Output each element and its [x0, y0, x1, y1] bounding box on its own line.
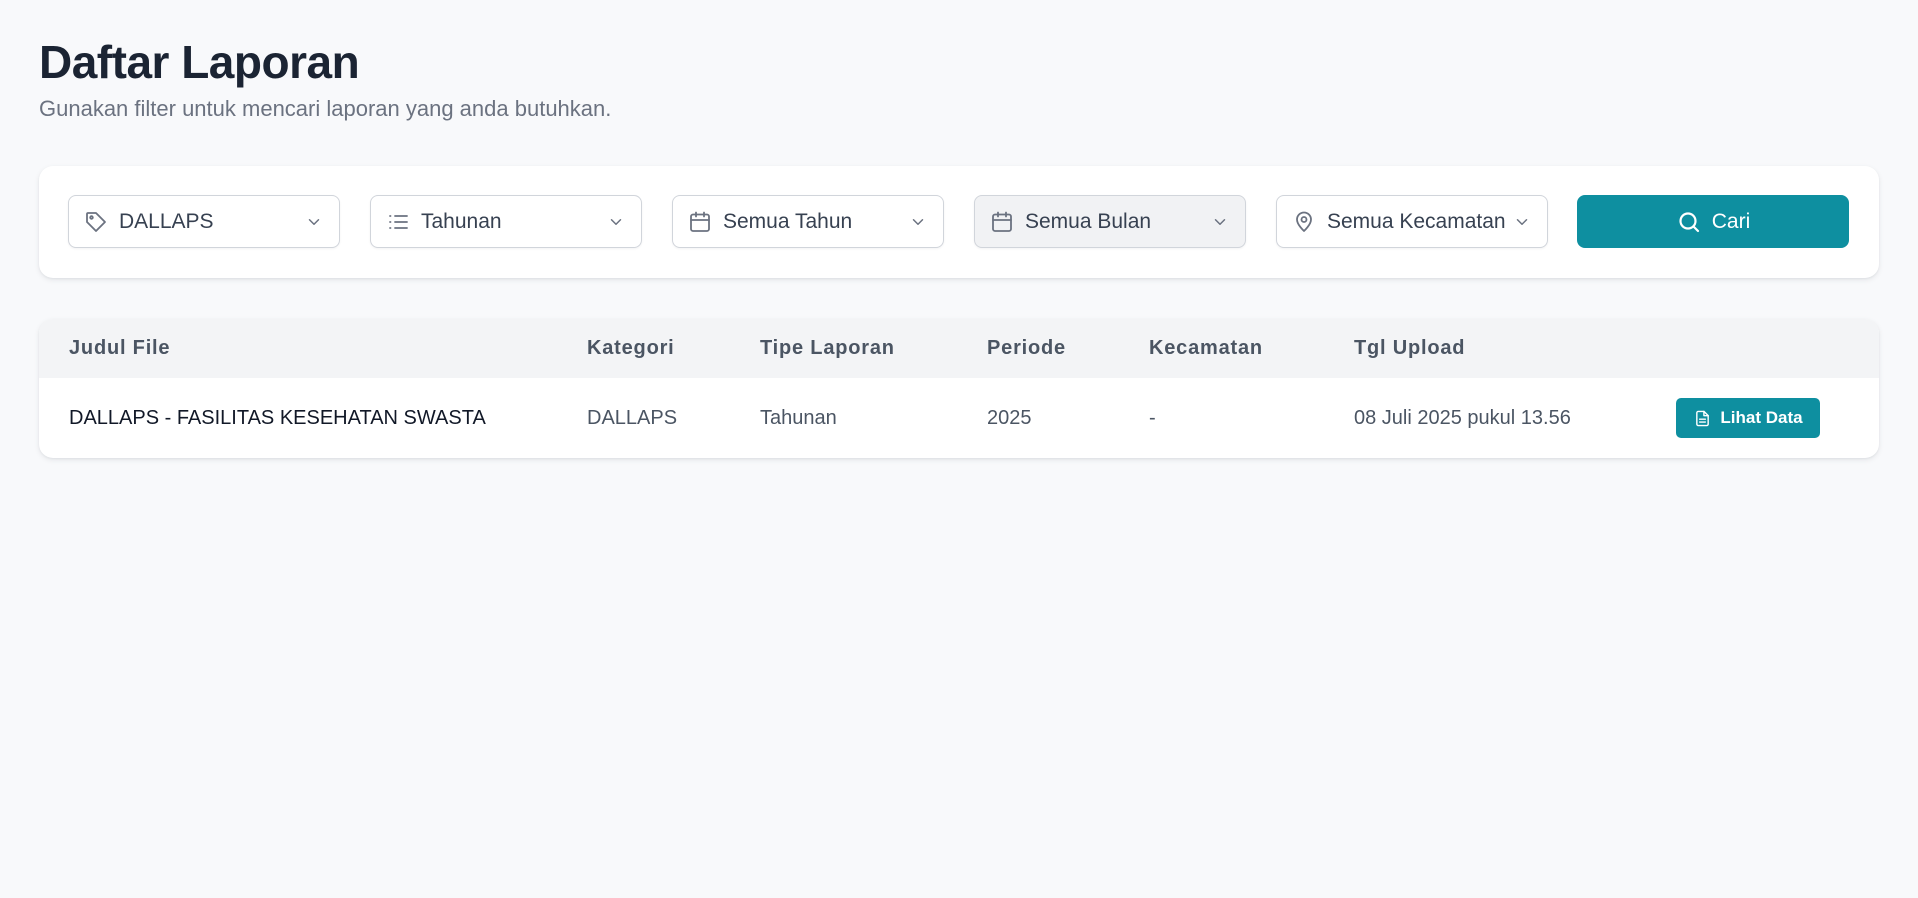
- map-pin-icon: [1291, 209, 1317, 235]
- year-filter-select[interactable]: Semua Tahun: [672, 195, 944, 248]
- cell-period: 2025: [987, 407, 1032, 429]
- document-icon: [1693, 409, 1711, 427]
- cell-title: DALLAPS - FASILITAS KESEHATAN SWASTA: [69, 407, 486, 429]
- month-filter-value: Semua Bulan: [1025, 209, 1152, 233]
- district-filter-value: Semua Kecamatan: [1327, 209, 1506, 233]
- table-header: Judul File Kategori Tipe Laporan Periode…: [39, 319, 1879, 378]
- cell-type: Tahunan: [760, 407, 837, 429]
- calendar-icon: [989, 209, 1015, 235]
- tag-icon: [83, 209, 109, 235]
- cell-category: DALLAPS: [587, 407, 678, 429]
- page-subtitle: Gunakan filter untuk mencari laporan yan…: [39, 96, 612, 121]
- calendar-icon: [687, 209, 713, 235]
- page: Daftar Laporan Gunakan filter untuk menc…: [0, 0, 1918, 898]
- search-icon: [1676, 209, 1702, 235]
- report-type-filter-select[interactable]: Tahunan: [370, 195, 642, 248]
- table-row: DALLAPS - FASILITAS KESEHATAN SWASTA DAL…: [39, 378, 1879, 458]
- column-header-type: Tipe Laporan: [760, 337, 895, 359]
- column-header-district: Kecamatan: [1149, 337, 1263, 359]
- page-title: Daftar Laporan: [39, 36, 360, 88]
- category-filter-select[interactable]: DALLAPS: [68, 195, 340, 248]
- report-type-filter-value: Tahunan: [421, 209, 502, 233]
- search-button[interactable]: Cari: [1577, 195, 1849, 248]
- view-data-button[interactable]: Lihat Data: [1676, 398, 1820, 438]
- search-button-label: Cari: [1711, 209, 1751, 233]
- cell-district: -: [1149, 407, 1156, 429]
- chevron-down-icon: [605, 211, 627, 233]
- column-header-category: Kategori: [587, 337, 675, 359]
- chevron-down-icon: [303, 211, 325, 233]
- column-header-upload-date: Tgl Upload: [1354, 337, 1466, 359]
- district-filter-select[interactable]: Semua Kecamatan: [1276, 195, 1548, 248]
- year-filter-value: Semua Tahun: [723, 209, 853, 233]
- category-filter-value: DALLAPS: [119, 209, 214, 233]
- chevron-down-icon: [1209, 211, 1231, 233]
- column-header-period: Periode: [987, 337, 1066, 359]
- list-icon: [385, 209, 411, 235]
- chevron-down-icon: [1511, 211, 1533, 233]
- month-filter-select[interactable]: Semua Bulan: [974, 195, 1246, 248]
- reports-table: Judul File Kategori Tipe Laporan Periode…: [39, 319, 1879, 458]
- chevron-down-icon: [907, 211, 929, 233]
- column-header-title: Judul File: [69, 337, 171, 359]
- filter-panel: DALLAPS Tahunan Semua Tahun Semua Bulan …: [39, 166, 1879, 278]
- cell-upload-date: 08 Juli 2025 pukul 13.56: [1354, 407, 1571, 429]
- view-data-button-label: Lihat Data: [1720, 408, 1803, 427]
